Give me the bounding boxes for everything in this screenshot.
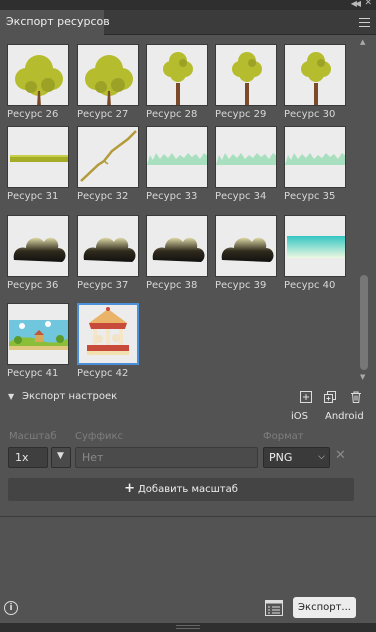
shrub-shape-icon[interactable]: [146, 215, 208, 277]
asset-tile[interactable]: Ресурс 41: [7, 303, 71, 379]
branch-icon[interactable]: [77, 126, 139, 188]
add-multiple-assets-icon[interactable]: [323, 390, 337, 404]
asset-tile[interactable]: Ресурс 36: [7, 215, 71, 291]
export-settings-header[interactable]: ▼ Экспорт настроек: [0, 388, 376, 408]
asset-label: Ресурс 34: [215, 191, 267, 202]
asset-label: Ресурс 28: [146, 109, 198, 120]
remove-scale-icon[interactable]: ✕: [335, 448, 346, 463]
tab-export-resources[interactable]: Экспорт ресурсов: [0, 10, 110, 35]
bush-icon[interactable]: [77, 44, 139, 106]
asset-label: Ресурс 32: [77, 191, 129, 202]
suffix-input[interactable]: Нет: [75, 447, 258, 468]
suffix-header: Суффикс: [75, 431, 124, 442]
chevron-down-icon: ▼: [57, 451, 64, 461]
asset-label: Ресурс 41: [7, 368, 59, 379]
scale-input[interactable]: 1x: [8, 447, 48, 468]
tree-icon[interactable]: [284, 44, 346, 106]
format-value: PNG: [269, 451, 293, 464]
asset-tile[interactable]: Ресурс 35: [284, 126, 348, 202]
trash-icon[interactable]: [349, 390, 363, 404]
shrub-shape-icon[interactable]: [215, 215, 277, 277]
panel-tab-bar: Экспорт ресурсов: [0, 10, 376, 35]
asset-tile[interactable]: Ресурс 26: [7, 44, 71, 120]
grass-strip-icon[interactable]: [7, 126, 69, 188]
asset-tile[interactable]: Ресурс 28: [146, 44, 210, 120]
sky-gradient-icon[interactable]: [284, 215, 346, 277]
asset-label: Ресурс 38: [146, 280, 198, 291]
panel-top-strip: ◀◀ ✕: [0, 0, 376, 10]
divider: [0, 516, 376, 517]
collapse-panel-icon[interactable]: ◀◀: [351, 0, 361, 8]
platform-ios-button[interactable]: iOS: [291, 411, 308, 422]
collapse-caret-icon[interactable]: ▼: [8, 392, 14, 401]
asset-tile[interactable]: Ресурс 29: [215, 44, 279, 120]
asset-tile[interactable]: Ресурс 39: [215, 215, 279, 291]
asset-label: Ресурс 33: [146, 191, 198, 202]
asset-label: Ресурс 27: [77, 109, 129, 120]
scroll-track[interactable]: [360, 50, 368, 370]
asset-grid-scrollbar[interactable]: ▲ ▼: [358, 36, 370, 383]
tree-icon[interactable]: [215, 44, 277, 106]
export-button[interactable]: Экспорт...: [293, 597, 356, 618]
asset-label: Ресурс 40: [284, 280, 336, 291]
asset-tile[interactable]: Ресурс 33: [146, 126, 210, 202]
asset-tile[interactable]: Ресурс 31: [7, 126, 71, 202]
export-settings-title: Экспорт настроек: [22, 391, 118, 402]
scale-header: Масштаб: [9, 431, 57, 442]
grass-silhouette-icon[interactable]: [215, 126, 277, 188]
platform-switch: iOS Android: [0, 409, 376, 426]
asset-label: Ресурс 30: [284, 109, 336, 120]
shrub-shape-icon[interactable]: [7, 215, 69, 277]
scale-dropdown-button[interactable]: ▼: [51, 447, 71, 468]
info-icon[interactable]: i: [4, 601, 18, 615]
asset-label: Ресурс 36: [7, 280, 59, 291]
scroll-thumb[interactable]: [360, 275, 368, 370]
format-select[interactable]: PNG ⌵: [263, 447, 330, 468]
bush-icon[interactable]: [7, 44, 69, 106]
asset-label: Ресурс 42: [77, 368, 129, 379]
asset-tile[interactable]: Ресурс 42: [77, 303, 141, 379]
export-settings-list-icon[interactable]: [265, 600, 283, 616]
shrub-shape-icon[interactable]: [77, 215, 139, 277]
panel-bottom-strip: [0, 623, 376, 632]
close-panel-icon[interactable]: ✕: [364, 0, 372, 8]
asset-tile[interactable]: Ресурс 27: [77, 44, 141, 120]
asset-tile[interactable]: Ресурс 34: [215, 126, 279, 202]
asset-label: Ресурс 37: [77, 280, 129, 291]
resize-grip[interactable]: [176, 625, 200, 629]
add-asset-icon[interactable]: [299, 390, 313, 404]
add-scale-label: Добавить масштаб: [137, 484, 238, 495]
asset-tile[interactable]: Ресурс 37: [77, 215, 141, 291]
chevron-down-icon: ⌵: [318, 452, 325, 462]
platform-android-button[interactable]: Android: [325, 411, 364, 422]
grass-silhouette-icon[interactable]: [284, 126, 346, 188]
panel-footer: i Экспорт...: [0, 593, 376, 623]
asset-label: Ресурс 26: [7, 109, 59, 120]
carousel-icon[interactable]: [77, 303, 139, 365]
scroll-down-icon[interactable]: ▼: [360, 373, 365, 381]
asset-label: Ресурс 31: [7, 191, 59, 202]
asset-tile[interactable]: Ресурс 40: [284, 215, 348, 291]
asset-tile[interactable]: Ресурс 38: [146, 215, 210, 291]
asset-label: Ресурс 29: [215, 109, 267, 120]
add-scale-button[interactable]: + Добавить масштаб: [8, 478, 354, 501]
grass-silhouette-icon[interactable]: [146, 126, 208, 188]
asset-tile[interactable]: Ресурс 30: [284, 44, 348, 120]
panel-menu-icon[interactable]: [359, 18, 370, 27]
format-header: Формат: [263, 431, 304, 442]
landscape-scene-icon[interactable]: [7, 303, 69, 365]
asset-label: Ресурс 39: [215, 280, 267, 291]
asset-tile[interactable]: Ресурс 32: [77, 126, 141, 202]
asset-grid: Ресурс 26 Ресурс 27 Ресурс 28 Ресурс 29 Ресу…: [0, 36, 356, 380]
scroll-up-icon[interactable]: ▲: [360, 38, 365, 46]
tree-icon[interactable]: [146, 44, 208, 106]
plus-icon: +: [124, 481, 135, 496]
asset-label: Ресурс 35: [284, 191, 336, 202]
